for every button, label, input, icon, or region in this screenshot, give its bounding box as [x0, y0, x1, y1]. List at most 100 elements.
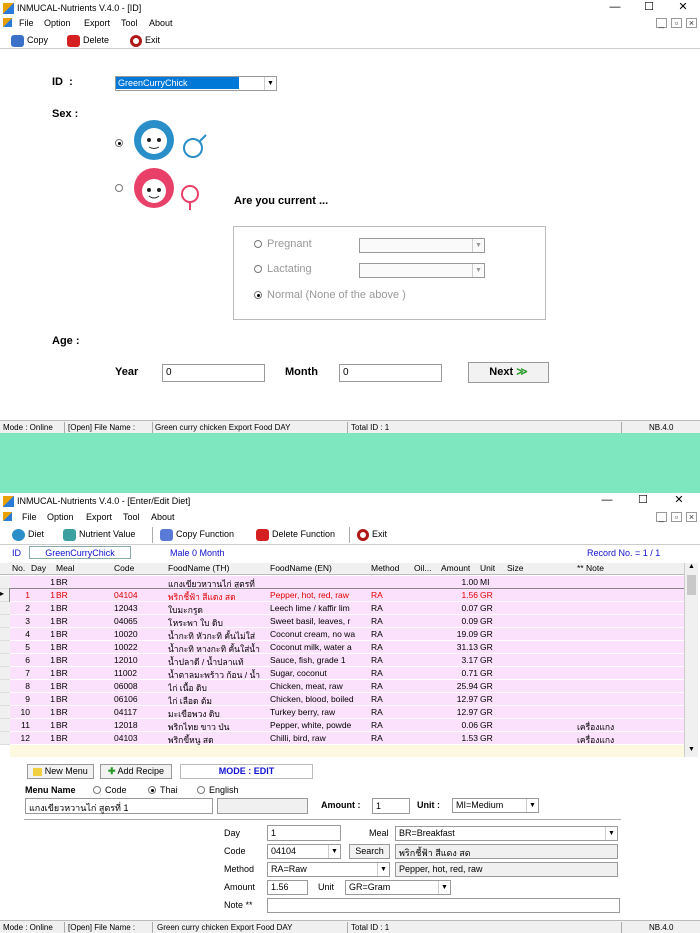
- new-menu-button[interactable]: New Menu: [27, 764, 94, 779]
- menu-about[interactable]: About: [151, 512, 175, 522]
- menu-about[interactable]: About: [149, 18, 173, 28]
- menu-file[interactable]: File: [19, 18, 34, 28]
- close-icon[interactable]: ✕: [666, 0, 700, 17]
- col-no[interactable]: No.: [12, 563, 25, 573]
- col-oil[interactable]: Oil...: [414, 563, 431, 573]
- col-code[interactable]: Code: [114, 563, 134, 573]
- mdi-restore-icon[interactable]: ▫: [671, 512, 682, 522]
- row-gutter[interactable]: [0, 732, 10, 745]
- table-row[interactable]: 4 1 BR 10020 น้ำกะทิ หัวกะทิ คั้นไม่ใส่ Cocon…: [10, 628, 684, 641]
- method-select[interactable]: RA=Raw ▼: [267, 862, 390, 877]
- female-radio[interactable]: [115, 184, 123, 192]
- day-input[interactable]: 1: [267, 825, 341, 841]
- delete-function-button[interactable]: Delete Function: [256, 527, 335, 541]
- exit-button[interactable]: Exit: [130, 33, 160, 47]
- code-radio[interactable]: [93, 786, 101, 794]
- col-size[interactable]: Size: [507, 563, 524, 573]
- row-gutter[interactable]: [0, 641, 10, 654]
- scroll-up-icon[interactable]: ▲: [688, 563, 695, 570]
- menu-option[interactable]: Option: [44, 18, 71, 28]
- col-foodname-en[interactable]: FoodName (EN): [270, 563, 332, 573]
- table-row[interactable]: 9 1 BR 06106 ไก่ เลือด ต้ม Chicken, blood, bo…: [10, 693, 684, 706]
- row-gutter[interactable]: [0, 602, 10, 615]
- exit-button[interactable]: Exit: [357, 527, 387, 541]
- thai-radio[interactable]: [148, 786, 156, 794]
- table-row[interactable]: 2 1 BR 12043 ใบมะกรูด Leech lime / kaffir lim…: [10, 602, 684, 615]
- col-unit[interactable]: Unit: [480, 563, 495, 573]
- row-gutter[interactable]: [0, 693, 10, 706]
- mdi-minimize-icon[interactable]: _: [656, 18, 667, 28]
- mdi-close-icon[interactable]: ×: [686, 18, 697, 28]
- col-day[interactable]: Day: [31, 563, 46, 573]
- copy-function-button[interactable]: Copy Function: [160, 527, 234, 541]
- next-button[interactable]: Next ≫: [468, 362, 549, 383]
- table-row[interactable]: 10 1 BR 04117 มะเขือพวง ดิบ Turkey berry, raw…: [10, 706, 684, 719]
- diet-button[interactable]: Diet: [12, 527, 44, 541]
- lactating-select[interactable]: ▼: [359, 263, 485, 278]
- nutrient-value-button[interactable]: Nutrient Value: [63, 527, 135, 541]
- menu-option[interactable]: Option: [47, 512, 74, 522]
- mdi-restore-icon[interactable]: ▫: [671, 18, 682, 28]
- row-gutter[interactable]: [0, 706, 10, 719]
- row-gutter[interactable]: [0, 719, 10, 732]
- id-select[interactable]: GreenCurryChick ▼: [115, 76, 277, 91]
- current-row-indicator[interactable]: ▸: [0, 589, 10, 602]
- unit-select[interactable]: GR=Gram ▼: [345, 880, 451, 895]
- normal-radio[interactable]: [254, 291, 262, 299]
- table-row[interactable]: 5 1 BR 10022 น้ำกะทิ หางกะทิ คั้นใส่น้ำ Cocon…: [10, 641, 684, 654]
- col-foodname-th[interactable]: FoodName (TH): [168, 563, 229, 573]
- chevron-down-icon[interactable]: ▼: [264, 77, 276, 90]
- menu-unit-select[interactable]: MI=Medium ▼: [452, 798, 539, 813]
- table-row[interactable]: 7 1 BR 11002 น้ำตาลมะพร้าว ก้อน / น้ำ Sugar, …: [10, 667, 684, 680]
- table-row[interactable]: 8 1 BR 06008 ไก่ เนื้อ ดิบ Chicken, meat, raw…: [10, 680, 684, 693]
- row-gutter[interactable]: [0, 680, 10, 693]
- note-input[interactable]: [267, 898, 620, 913]
- maximize-icon[interactable]: ☐: [626, 493, 660, 510]
- mdi-minimize-icon[interactable]: _: [656, 512, 667, 522]
- table-row[interactable]: 12 1 BR 04103 พริกขี้หนู สด Chilli, bird, raw…: [10, 732, 684, 745]
- menu-export[interactable]: Export: [86, 512, 112, 522]
- search-button[interactable]: Search: [349, 844, 390, 859]
- menu-export[interactable]: Export: [84, 18, 110, 28]
- minimize-icon[interactable]: —: [590, 493, 624, 510]
- table-row[interactable]: 11 1 BR 12018 พริกไทย ขาว ป่น Pepper, white, …: [10, 719, 684, 732]
- maximize-icon[interactable]: ☐: [632, 0, 666, 17]
- table-row[interactable]: 6 1 BR 12010 น้ำปลาดี / น้ำปลาแท้ Sauce, fish…: [10, 654, 684, 667]
- menu-amount-input[interactable]: 1: [372, 798, 410, 814]
- row-gutter[interactable]: [0, 615, 10, 628]
- table-row[interactable]: 3 1 BR 04065 โหระพา ใบ ดิบ Sweet basil, leave…: [10, 615, 684, 628]
- year-input[interactable]: 0: [162, 364, 265, 382]
- menu-name-input[interactable]: แกงเขียวหวานไก่ สูตรที่ 1: [25, 798, 213, 814]
- col-amount[interactable]: Amount: [441, 563, 470, 573]
- grid-hscroll[interactable]: [10, 745, 684, 757]
- meal-select[interactable]: BR=Breakfast ▼: [395, 826, 618, 841]
- col-method[interactable]: Method: [371, 563, 399, 573]
- col-note[interactable]: ** Note: [577, 563, 604, 573]
- table-row[interactable]: 1 1 BR 04104 พริกชี้ฟ้า สีแดง สด Pepper, hot,…: [9, 588, 685, 603]
- month-input[interactable]: 0: [339, 364, 442, 382]
- row-gutter[interactable]: [0, 654, 10, 667]
- lactating-radio[interactable]: [254, 265, 262, 273]
- male-radio[interactable]: [115, 139, 123, 147]
- copy-button[interactable]: Copy: [11, 33, 48, 47]
- minimize-icon[interactable]: —: [598, 0, 632, 17]
- scroll-down-icon[interactable]: ▼: [688, 746, 695, 753]
- grid-scrollbar[interactable]: ▲ ▼: [684, 563, 698, 757]
- col-meal[interactable]: Meal: [56, 563, 74, 573]
- code-select[interactable]: 04104 ▼: [267, 844, 341, 859]
- row-gutter[interactable]: [0, 628, 10, 641]
- menu-tool[interactable]: Tool: [121, 18, 138, 28]
- amount-input[interactable]: 1.56: [267, 880, 308, 895]
- row-gutter[interactable]: [0, 576, 10, 589]
- scroll-thumb[interactable]: [687, 575, 696, 595]
- menu-tool[interactable]: Tool: [123, 512, 140, 522]
- menu-file[interactable]: File: [22, 512, 37, 522]
- row-gutter[interactable]: [0, 667, 10, 680]
- delete-button[interactable]: Delete: [67, 33, 109, 47]
- mdi-close-icon[interactable]: ×: [686, 512, 697, 522]
- add-recipe-button[interactable]: ✚ Add Recipe: [100, 764, 172, 779]
- menu-header-row[interactable]: 1 BR แกงเขียวหวานไก่ สูตรที่ 1.00 MI: [10, 576, 684, 589]
- english-radio[interactable]: [197, 786, 205, 794]
- menu-code-input[interactable]: [217, 798, 308, 814]
- pregnant-select[interactable]: ▼: [359, 238, 485, 253]
